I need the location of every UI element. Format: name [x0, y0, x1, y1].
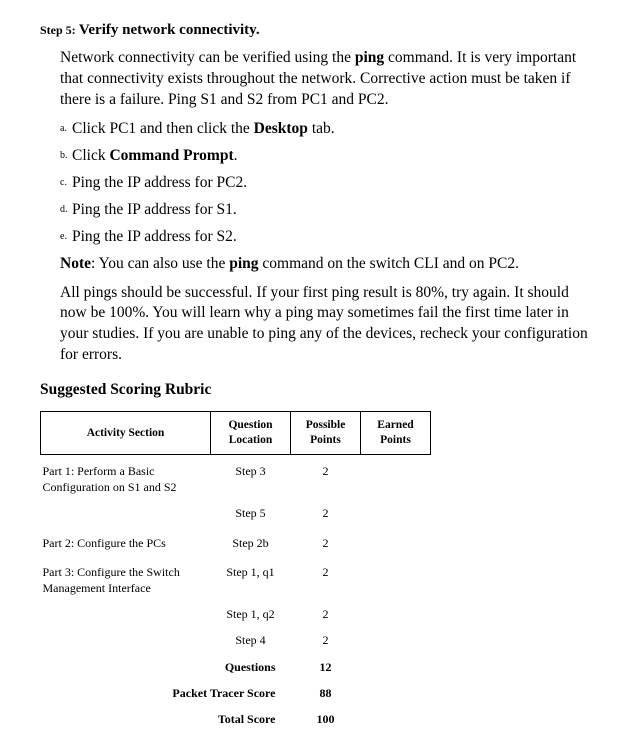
cell-location: Step 1, q1: [211, 556, 291, 601]
substep-post: tab.: [308, 120, 335, 137]
cell-earned: [361, 455, 431, 501]
cell-points: 2: [291, 556, 361, 601]
table-row: Part 1: Perform a Basic Configuration on…: [41, 455, 431, 501]
cell-location: Step 1, q2: [211, 601, 291, 627]
cell-section: Part 3: Configure the Switch Management …: [41, 556, 211, 601]
intro-bold: ping: [355, 49, 384, 66]
rubric-heading: Suggested Scoring Rubric: [40, 380, 593, 401]
rubric-table: Activity Section Question Location Possi…: [40, 411, 431, 732]
table-row: Step 4 2: [41, 627, 431, 653]
step-title: Verify network connectivity.: [79, 22, 260, 38]
substep-text: Ping the IP address for PC2.: [72, 174, 247, 191]
substep-post: .: [234, 147, 238, 164]
summary-points: 12: [291, 654, 361, 680]
summary-row: Total Score 100: [41, 706, 431, 732]
intro-text-a: Network connectivity can be verified usi…: [60, 49, 355, 66]
step-label: Step 5:: [40, 23, 76, 37]
intro-paragraph: Network connectivity can be verified usi…: [60, 48, 593, 111]
cell-section: Part 1: Perform a Basic Configuration on…: [41, 455, 211, 501]
table-row: Part 3: Configure the Switch Management …: [41, 556, 431, 601]
table-row: Step 1, q2 2: [41, 601, 431, 627]
cell-location: Step 3: [211, 455, 291, 501]
cell-section: [41, 601, 211, 627]
header-activity: Activity Section: [41, 412, 211, 455]
note-paragraph: Note: You can also use the ping command …: [60, 254, 593, 275]
cell-earned: [361, 500, 431, 526]
substep-letter: e.: [60, 230, 67, 244]
substep-text: Ping the IP address for S1.: [72, 201, 237, 218]
substep-text: Ping the IP address for S2.: [72, 228, 237, 245]
cell-points: 2: [291, 627, 361, 653]
cell-earned: [361, 556, 431, 601]
table-row: Step 5 2: [41, 500, 431, 526]
cell-points: 2: [291, 455, 361, 501]
cell-earned: [361, 601, 431, 627]
cell-points: 2: [291, 527, 361, 556]
step-header: Step 5: Verify network connectivity.: [40, 20, 593, 40]
cell-section: Part 2: Configure the PCs: [41, 527, 211, 556]
substep-bold: Desktop: [254, 120, 308, 137]
cell-points: 2: [291, 500, 361, 526]
cell-earned: [361, 627, 431, 653]
substep-e: e. Ping the IP address for S2.: [60, 227, 593, 248]
substep-b: b. Click Command Prompt.: [60, 146, 593, 167]
table-row: Part 2: Configure the PCs Step 2b 2: [41, 527, 431, 556]
summary-points: 100: [291, 706, 361, 732]
note-text-c: command on the switch CLI and on PC2.: [259, 255, 519, 272]
substep-letter: b.: [60, 149, 68, 163]
substeps-list: a. Click PC1 and then click the Desktop …: [60, 119, 593, 248]
substep-a: a. Click PC1 and then click the Desktop …: [60, 119, 593, 140]
substep-bold: Command Prompt: [109, 147, 233, 164]
summary-label: Packet Tracer Score: [41, 680, 291, 706]
note-bold: ping: [229, 255, 258, 272]
summary-points: 88: [291, 680, 361, 706]
summary-label: Total Score: [41, 706, 291, 732]
summary-label: Questions: [211, 654, 291, 680]
substep-letter: c.: [60, 176, 67, 190]
cell-location: Step 2b: [211, 527, 291, 556]
note-label: Note: [60, 255, 91, 272]
note-text-a: : You can also use the: [91, 255, 229, 272]
substep-text: Click: [72, 147, 109, 164]
summary-row: Packet Tracer Score 88: [41, 680, 431, 706]
header-earned: Earned Points: [361, 412, 431, 455]
closing-paragraph: All pings should be successful. If your …: [60, 283, 593, 367]
header-possible: Possible Points: [291, 412, 361, 455]
table-header-row: Activity Section Question Location Possi…: [41, 412, 431, 455]
cell-location: Step 5: [211, 500, 291, 526]
substep-letter: a.: [60, 122, 67, 136]
summary-row: Questions 12: [41, 654, 431, 680]
substep-c: c. Ping the IP address for PC2.: [60, 173, 593, 194]
cell-section: [41, 500, 211, 526]
cell-location: Step 4: [211, 627, 291, 653]
substep-d: d. Ping the IP address for S1.: [60, 200, 593, 221]
substep-letter: d.: [60, 203, 68, 217]
cell-points: 2: [291, 601, 361, 627]
cell-section: [41, 627, 211, 653]
substep-text: Click PC1 and then click the: [72, 120, 254, 137]
cell-earned: [361, 527, 431, 556]
header-question: Question Location: [211, 412, 291, 455]
